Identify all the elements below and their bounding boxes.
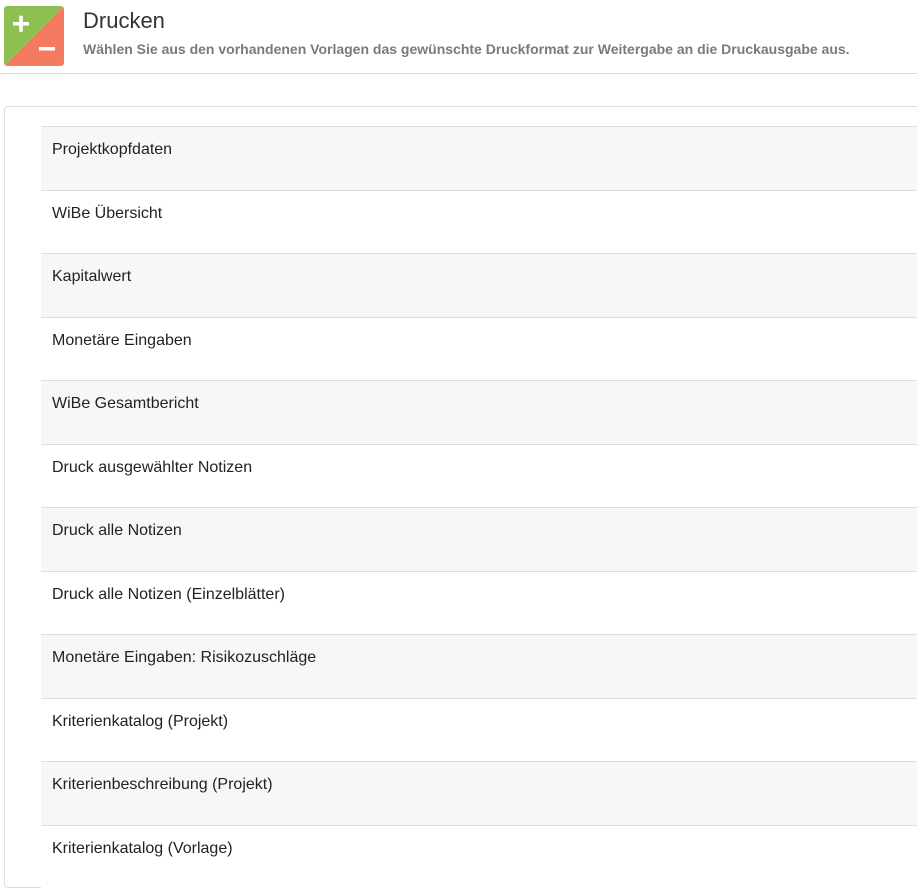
- print-template-item[interactable]: Kriterienkatalog (Vorlage): [41, 825, 917, 888]
- page-header: Drucken Wählen Sie aus den vorhandenen V…: [0, 0, 917, 74]
- print-template-item[interactable]: Monetäre Eingaben: [41, 317, 917, 381]
- print-template-item[interactable]: Kapitalwert: [41, 253, 917, 317]
- print-template-item[interactable]: Druck ausgewählter Notizen: [41, 444, 917, 508]
- print-template-item[interactable]: Druck alle Notizen: [41, 507, 917, 571]
- print-template-item[interactable]: WiBe Übersicht: [41, 190, 917, 254]
- print-template-item[interactable]: Monetäre Eingaben: Risikozuschläge: [41, 634, 917, 698]
- print-template-item[interactable]: Kriterienkatalog (Projekt): [41, 698, 917, 762]
- print-template-item[interactable]: Druck alle Notizen (Einzelblätter): [41, 571, 917, 635]
- page-title: Drucken: [83, 8, 165, 34]
- page-subtitle: Wählen Sie aus den vorhandenen Vorlagen …: [83, 40, 850, 58]
- print-template-item[interactable]: Kriterienbeschreibung (Projekt): [41, 761, 917, 825]
- print-template-item[interactable]: Projektkopfdaten: [41, 126, 917, 190]
- print-template-item[interactable]: WiBe Gesamtbericht: [41, 380, 917, 444]
- print-template-list: Projektkopfdaten WiBe Übersicht Kapitalw…: [41, 126, 917, 888]
- plus-minus-icon: [4, 6, 64, 66]
